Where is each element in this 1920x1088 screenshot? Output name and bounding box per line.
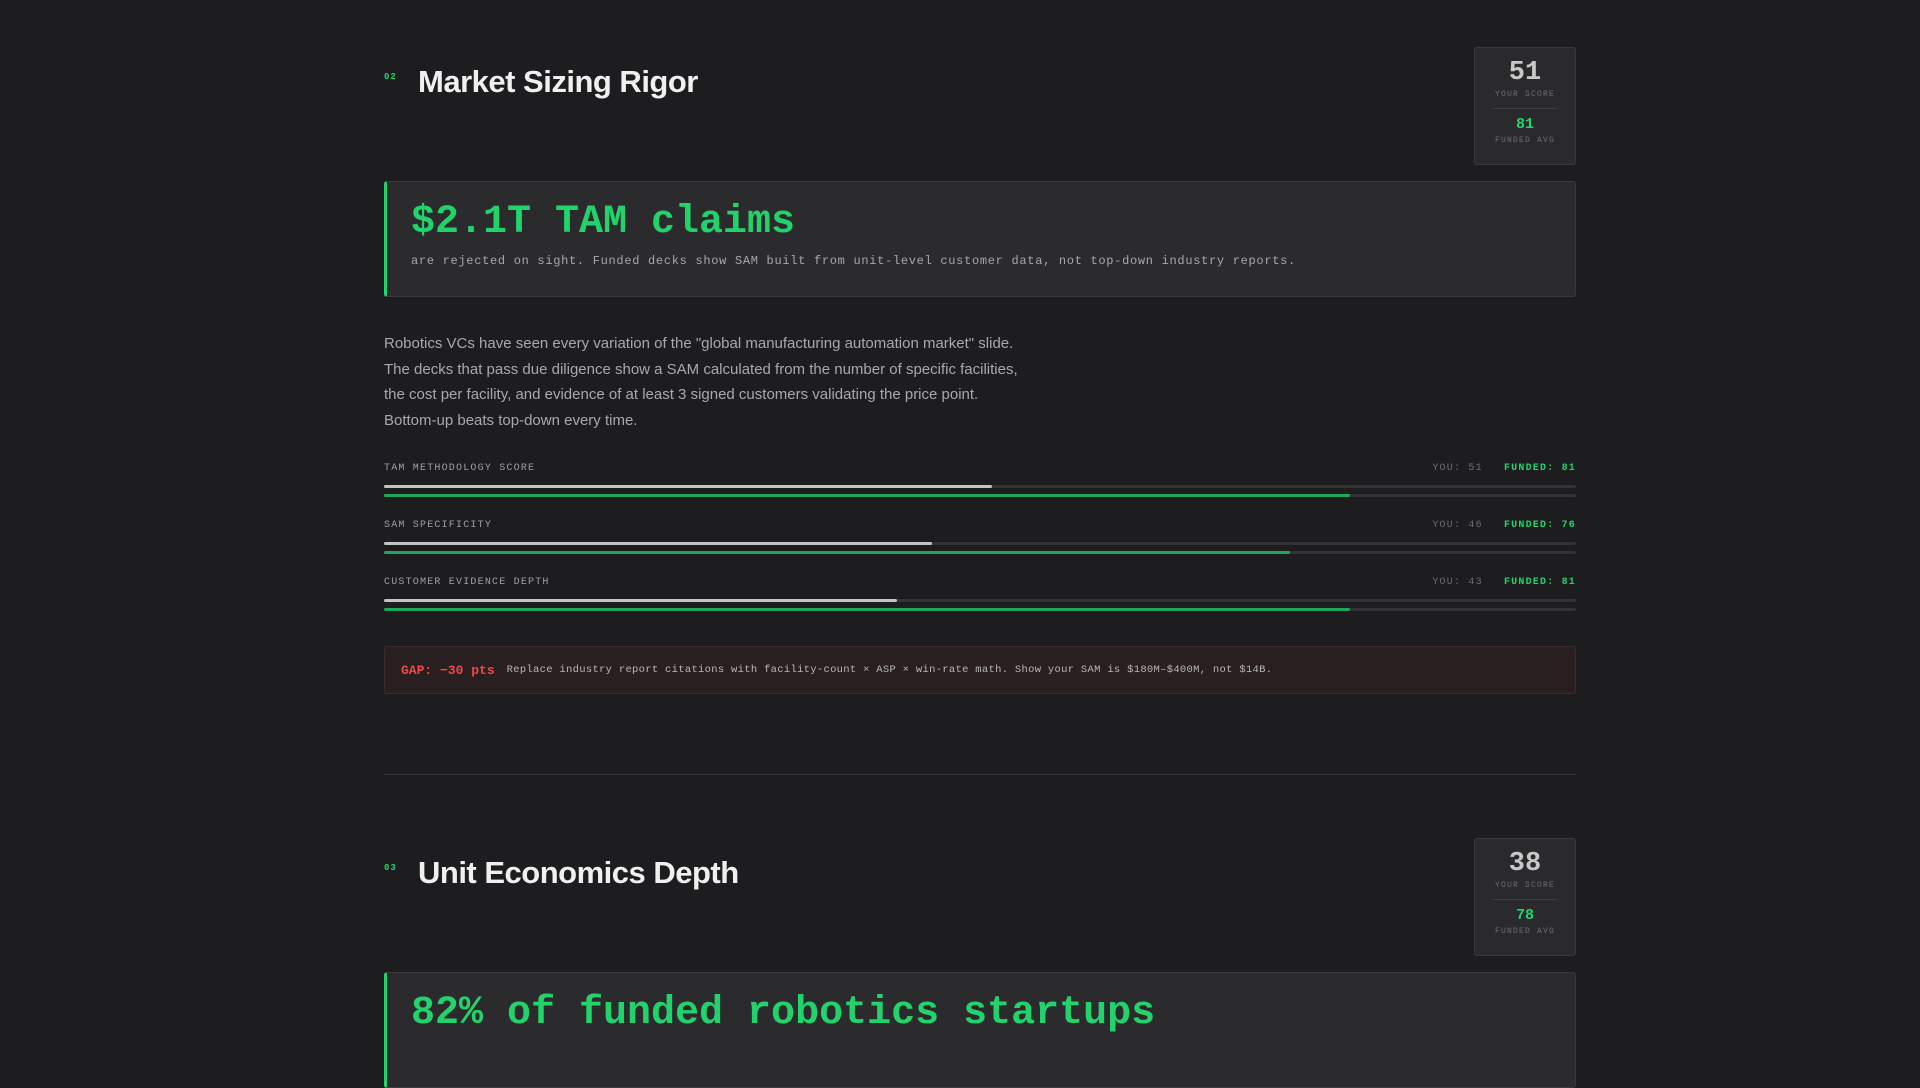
score-divider [1493, 899, 1557, 900]
body-line: the cost per facility, and evidence of a… [384, 386, 979, 403]
metric-values: YOU: 51 FUNDED: 81 [1432, 463, 1576, 474]
funded-bar-fill [384, 551, 1290, 554]
metric-row: CUSTOMER EVIDENCE DEPTH YOU: 43 FUNDED: … [384, 577, 1576, 634]
your-score-label: YOUR SCORE [1494, 881, 1555, 890]
funded-avg-label: FUNDED AVG [1494, 927, 1555, 936]
metric-label: CUSTOMER EVIDENCE DEPTH [384, 577, 550, 588]
score-card: 51 YOUR SCORE 81 FUNDED AVG [1474, 47, 1576, 165]
metric-you-value: YOU: 46 [1432, 520, 1483, 531]
metric-values: YOU: 46 FUNDED: 76 [1432, 520, 1576, 531]
callout-headline: 82% of funded robotics startups [411, 991, 1156, 1036]
funded-bar-fill [384, 608, 1350, 611]
funded-bar-track [384, 608, 1576, 611]
metric-values: YOU: 43 FUNDED: 81 [1432, 577, 1576, 588]
callout-box: $2.1T TAM claims are rejected on sight. … [384, 181, 1576, 297]
metric-row: SAM SPECIFICITY YOU: 46 FUNDED: 76 [384, 520, 1576, 577]
section-number: 02 [384, 72, 397, 82]
body-line: The decks that pass due diligence show a… [384, 360, 1018, 378]
funded-bar-fill [384, 494, 1350, 497]
metric-label: TAM METHODOLOGY SCORE [384, 463, 536, 474]
page-content: 02 Market Sizing Rigor 51 YOUR SCORE 81 … [384, 0, 1576, 1088]
you-bar-track [384, 485, 1576, 488]
you-bar-track [384, 542, 1576, 545]
section-number: 03 [384, 863, 397, 873]
metric-funded-value: FUNDED: 81 [1503, 577, 1576, 588]
section-divider [384, 774, 1576, 775]
you-bar-fill [384, 485, 992, 488]
funded-avg-label: FUNDED AVG [1494, 136, 1555, 145]
you-bar-fill [384, 599, 897, 602]
metric-list: TAM METHODOLOGY SCORE YOU: 51 FUNDED: 81… [384, 463, 1576, 634]
metric-you-value: YOU: 51 [1432, 463, 1483, 474]
body-line: Robotics VCs have seen every variation o… [384, 335, 1014, 352]
section-title: Market Sizing Rigor [418, 64, 698, 99]
gap-text: Replace industry report citations with f… [506, 664, 1273, 676]
section-market-sizing: 02 Market Sizing Rigor 51 YOUR SCORE 81 … [384, 47, 1576, 775]
callout-subtext: are rejected on sight. Funded decks show… [411, 254, 1296, 268]
metric-funded-value: FUNDED: 76 [1503, 520, 1576, 531]
score-card: 38 YOUR SCORE 78 FUNDED AVG [1474, 838, 1576, 956]
metric-label: SAM SPECIFICITY [384, 520, 493, 531]
funded-avg-value: 78 [1515, 907, 1534, 924]
funded-avg-value: 81 [1515, 116, 1534, 133]
callout-box: 82% of funded robotics startups [384, 972, 1576, 1088]
you-bar-track [384, 599, 1576, 602]
funded-bar-track [384, 494, 1576, 497]
your-score-value: 38 [1508, 849, 1542, 879]
gap-label: GAP: −30 pts [401, 662, 495, 678]
you-bar-fill [384, 542, 933, 545]
section-body: Robotics VCs have seen every variation o… [384, 331, 1044, 433]
score-divider [1493, 108, 1557, 109]
section-title: Unit Economics Depth [418, 855, 739, 890]
metric-funded-value: FUNDED: 81 [1503, 463, 1576, 474]
callout-headline: $2.1T TAM claims [411, 200, 796, 245]
metric-you-value: YOU: 43 [1432, 577, 1483, 588]
body-line: Bottom-up beats top-down every time. [384, 411, 638, 429]
metric-row: TAM METHODOLOGY SCORE YOU: 51 FUNDED: 81 [384, 463, 1576, 520]
your-score-value: 51 [1508, 58, 1542, 88]
section-unit-economics: 03 Unit Economics Depth 38 YOUR SCORE 78… [384, 838, 1576, 1088]
your-score-label: YOUR SCORE [1494, 90, 1555, 99]
gap-callout: GAP: −30 pts Replace industry report cit… [384, 646, 1576, 694]
funded-bar-track [384, 551, 1576, 554]
